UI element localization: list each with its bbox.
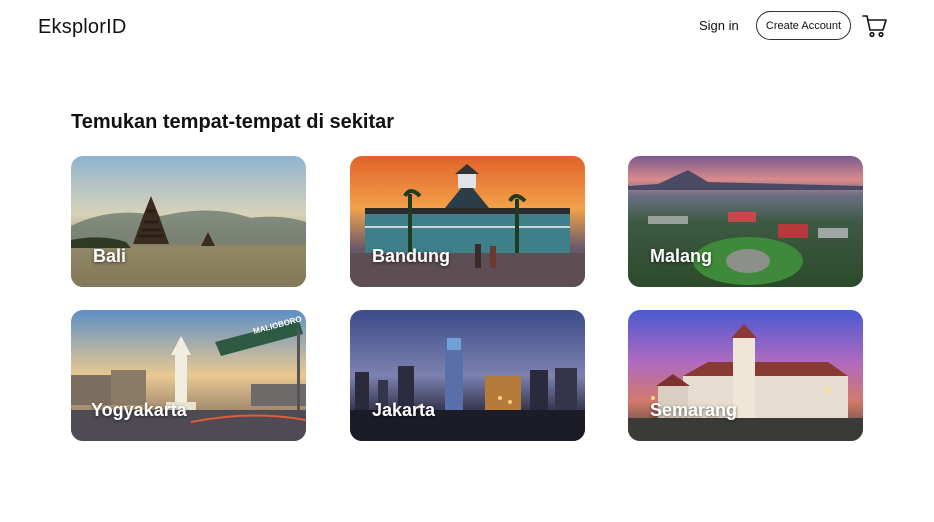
destination-card-yogyakarta[interactable]: MALIOBORO Yogyakarta <box>71 310 306 441</box>
destination-card-jakarta[interactable]: Jakarta <box>350 310 585 441</box>
destination-label: Malang <box>650 246 713 266</box>
destination-label: Semarang <box>650 400 738 420</box>
bali-image <box>71 156 306 287</box>
sign-in-link[interactable]: Sign in <box>699 18 739 33</box>
jakarta-image <box>350 310 585 441</box>
cart-icon[interactable] <box>862 14 888 38</box>
yogyakarta-image: MALIOBORO <box>71 310 306 441</box>
destination-card-bali[interactable]: Bali <box>71 156 306 287</box>
app-logo[interactable]: EksplorID <box>38 16 127 39</box>
destination-card-bandung[interactable]: Bandung <box>350 156 585 287</box>
destination-label: Jakarta <box>372 400 436 420</box>
bandung-image <box>350 156 585 287</box>
destination-label: Yogyakarta <box>91 400 187 420</box>
semarang-image <box>628 310 863 441</box>
malang-image <box>628 156 863 287</box>
destination-label: Bandung <box>372 246 450 266</box>
destination-label: Bali <box>93 246 127 266</box>
destination-card-malang[interactable]: Malang <box>628 156 863 287</box>
section-title: Temukan tempat-tempat di sekitar <box>71 111 395 133</box>
create-account-button[interactable]: Create Account <box>756 11 851 40</box>
destination-card-semarang[interactable]: Semarang <box>628 310 863 441</box>
